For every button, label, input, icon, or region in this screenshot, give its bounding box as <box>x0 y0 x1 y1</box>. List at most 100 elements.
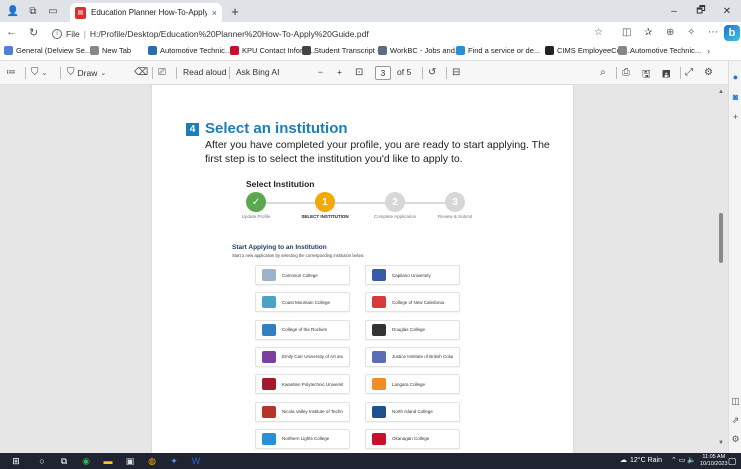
notifications-icon[interactable]: ▢ <box>726 455 738 467</box>
institution-card[interactable]: Douglas College <box>365 319 460 340</box>
favorite-icon <box>456 46 465 55</box>
taskbar-app-icon[interactable]: ◉ <box>80 455 92 467</box>
read-aloud-button[interactable]: Read aloud <box>183 67 226 77</box>
save-as-icon[interactable]: 🖪 <box>662 67 671 84</box>
erase-button[interactable]: ⌫ <box>134 67 148 78</box>
institution-name: Capilano University <box>392 272 431 278</box>
print-icon[interactable]: ⎙ <box>622 67 630 78</box>
sidebar-add-icon[interactable]: + <box>730 111 741 122</box>
institution-name: Douglas College <box>392 327 426 333</box>
institution-card[interactable]: Northern Lights College <box>255 428 350 449</box>
stepper-step-label: SELECT INSTITUTION <box>301 214 349 219</box>
start-icon[interactable]: ⊞ <box>10 455 22 467</box>
favorite-label: Student Transcript -... <box>314 46 386 55</box>
clock[interactable]: 11:05 AM 10/10/2023 <box>700 454 728 468</box>
pdf-viewer[interactable]: 4 Select an institution After you have c… <box>0 85 728 453</box>
highlight-button[interactable]: ⛉ ⌄ <box>31 67 47 78</box>
institution-card[interactable]: Camosun College <box>255 265 350 285</box>
scroll-up-icon[interactable]: ▲ <box>718 89 724 95</box>
ask-bing-button[interactable]: Ask Bing AI <box>236 67 279 77</box>
search-icon[interactable]: ⌕ <box>600 67 606 78</box>
favorites-icon[interactable]: ✰ <box>644 27 652 38</box>
task-view-icon[interactable]: ⧉ <box>58 455 70 467</box>
sidebar-external-icon[interactable]: ⇗ <box>730 415 741 426</box>
stepper-step-circle: 1 <box>315 192 335 212</box>
institution-card[interactable]: College of New Caledonia <box>365 292 460 313</box>
favorite-item[interactable]: New Tab <box>90 46 131 55</box>
institution-card[interactable]: Kwantlen Polytechnic University <box>255 374 350 395</box>
workspaces-icon[interactable]: ⧉ <box>26 4 40 18</box>
institution-card[interactable]: Langara College <box>365 374 460 395</box>
extensions-icon[interactable]: ✧ <box>687 27 695 38</box>
sidebar-settings-icon[interactable]: ⚙ <box>730 434 741 445</box>
scroll-down-icon[interactable]: ▼ <box>718 440 724 446</box>
page-view-icon[interactable]: ⊟ <box>452 67 460 78</box>
settings-icon[interactable]: ⚙ <box>704 67 713 78</box>
text-button[interactable]: ⎚ <box>158 67 166 78</box>
back-icon[interactable]: ← <box>6 26 17 38</box>
sidebar-search-icon[interactable]: ● <box>730 71 741 82</box>
institution-card[interactable]: College of the Rockies <box>255 319 350 340</box>
new-tab-button[interactable]: + <box>228 4 242 19</box>
url-field[interactable]: i File | H:/Profile/Desktop/Education%20… <box>52 25 617 42</box>
favorite-item[interactable]: General (Delview Se... <box>4 46 91 55</box>
edge-sidebar: ● ◙ + ◫ ⇗ ⚙ <box>728 61 741 453</box>
favorite-item[interactable]: WorkBC - Jobs and... <box>378 46 461 55</box>
institution-card[interactable]: North Island College <box>365 401 460 422</box>
chrome-icon[interactable]: ◍ <box>146 455 158 467</box>
select-institution-title: Select Institution <box>246 179 315 189</box>
vertical-scrollbar[interactable] <box>719 213 723 263</box>
favorite-item[interactable]: Find a service or de... <box>456 46 540 55</box>
institution-card[interactable]: Justice Institute of British Columbia <box>365 346 460 367</box>
institution-card[interactable]: Capilano University <box>365 265 460 285</box>
institution-card[interactable]: Nicola Valley Institute of Technology <box>255 401 350 422</box>
taskbar: ⊞ ○ ⧉ ◉ ▬ ▣ ◍ ✦ W ☁ 12°C Rain ⌃ ▭ 🔈 11:05… <box>0 453 741 469</box>
favorite-label: New Tab <box>102 46 132 55</box>
institution-card[interactable]: Emily Carr University of Art and Design <box>255 346 350 367</box>
clock-date: 10/10/2023 <box>700 461 728 467</box>
tab-active[interactable]: ▤ Education Planner How-To-Apply × <box>70 3 222 22</box>
favorites-overflow-icon[interactable]: › <box>707 46 710 56</box>
favorite-item[interactable]: Automotive Technic... <box>618 46 701 55</box>
institution-card[interactable]: Okanagan College <box>365 428 460 449</box>
refresh-icon[interactable]: ↻ <box>29 26 38 39</box>
tray-icons[interactable]: ⌃ ▭ 🔈 <box>671 456 696 464</box>
split-screen-icon[interactable]: ◫ <box>622 27 631 38</box>
weather-widget[interactable]: ☁ 12°C Rain <box>620 456 662 465</box>
profile-icon[interactable]: 👤 <box>6 4 20 18</box>
favorite-item[interactable]: Student Transcript -... <box>302 46 386 55</box>
draw-button[interactable]: ⛉ Draw ⌄ <box>67 67 106 78</box>
file-explorer-icon[interactable]: ▬ <box>102 455 114 467</box>
tab-actions-icon[interactable]: ▭ <box>46 4 60 18</box>
zoom-in-button[interactable]: + <box>337 67 342 77</box>
minimize-button[interactable]: – <box>661 3 687 19</box>
favorite-icon <box>230 46 239 55</box>
word-icon[interactable]: W <box>190 455 202 467</box>
save-icon[interactable]: 🖫 <box>642 67 651 84</box>
page-number-input[interactable]: 3 <box>375 66 391 80</box>
rotate-icon[interactable]: ↺ <box>428 67 436 78</box>
bing-chat-icon[interactable]: b <box>724 25 740 41</box>
step-title: Select an institution <box>205 120 348 137</box>
sidebar-layout-icon[interactable]: ◫ <box>730 396 741 407</box>
contents-icon[interactable]: ≔ <box>6 67 16 78</box>
zoom-out-button[interactable]: − <box>318 67 323 77</box>
store-icon[interactable]: ▣ <box>124 455 136 467</box>
taskbar-search-icon[interactable]: ○ <box>36 455 48 467</box>
info-icon[interactable]: i <box>52 28 62 39</box>
institution-card[interactable]: Coast Mountain College <box>255 292 350 313</box>
more-icon[interactable]: ⋯ <box>708 27 718 38</box>
institution-name: Okanagan College <box>392 436 430 442</box>
tab-close-icon[interactable]: × <box>212 8 217 18</box>
favorite-icon <box>4 46 13 55</box>
teams-icon[interactable]: ✦ <box>168 455 180 467</box>
favorite-star-icon[interactable]: ☆ <box>594 27 603 38</box>
fit-page-icon[interactable]: ⊡ <box>355 67 363 78</box>
favorite-icon <box>545 46 554 55</box>
restore-button[interactable]: 🗗 <box>688 3 714 19</box>
collections-icon[interactable]: ⊕ <box>666 27 674 38</box>
favorite-item[interactable]: Automotive Technic... <box>148 46 231 55</box>
fullscreen-icon[interactable]: ⤢ <box>685 67 693 78</box>
sidebar-outlook-icon[interactable]: ◙ <box>730 91 741 102</box>
close-window-button[interactable]: ✕ <box>714 3 740 19</box>
